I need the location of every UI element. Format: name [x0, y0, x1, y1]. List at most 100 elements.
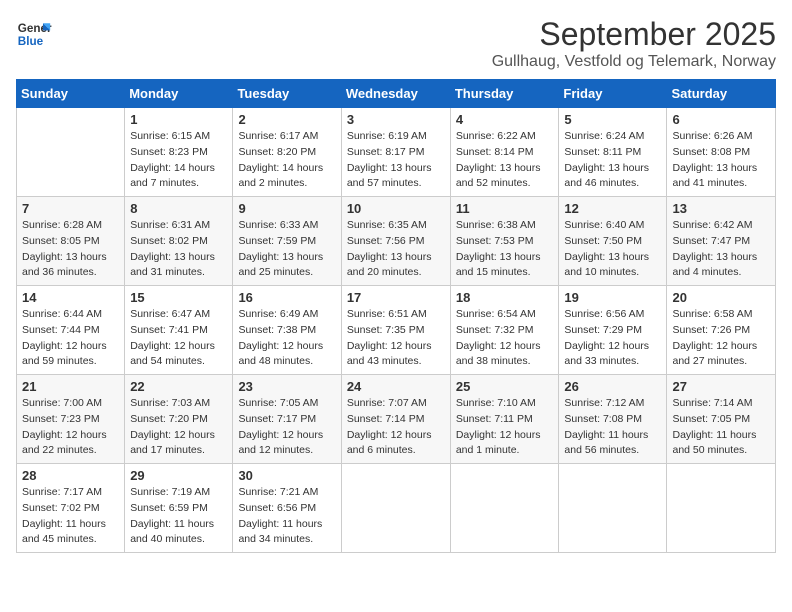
calendar-cell — [559, 464, 667, 553]
sunrise-text: Sunrise: 6:26 AM — [672, 130, 752, 142]
calendar-table: SundayMondayTuesdayWednesdayThursdayFrid… — [16, 79, 776, 553]
day-info: Sunrise: 6:35 AM Sunset: 7:56 PM Dayligh… — [347, 218, 445, 281]
daylight-text: Daylight: 12 hours and 1 minute. — [456, 429, 541, 457]
day-info: Sunrise: 6:42 AM Sunset: 7:47 PM Dayligh… — [672, 218, 770, 281]
sunset-text: Sunset: 7:02 PM — [22, 502, 100, 514]
day-number: 25 — [456, 379, 554, 394]
sunrise-text: Sunrise: 6:58 AM — [672, 308, 752, 320]
day-info: Sunrise: 7:07 AM Sunset: 7:14 PM Dayligh… — [347, 396, 445, 459]
day-number: 22 — [130, 379, 227, 394]
calendar-cell: 1 Sunrise: 6:15 AM Sunset: 8:23 PM Dayli… — [125, 108, 233, 197]
day-info: Sunrise: 7:10 AM Sunset: 7:11 PM Dayligh… — [456, 396, 554, 459]
sunrise-text: Sunrise: 7:12 AM — [564, 397, 644, 409]
calendar-cell: 19 Sunrise: 6:56 AM Sunset: 7:29 PM Dayl… — [559, 286, 667, 375]
sunset-text: Sunset: 8:23 PM — [130, 146, 208, 158]
sunset-text: Sunset: 7:29 PM — [564, 324, 642, 336]
sunset-text: Sunset: 8:17 PM — [347, 146, 425, 158]
sunset-text: Sunset: 7:23 PM — [22, 413, 100, 425]
daylight-text: Daylight: 11 hours and 45 minutes. — [22, 518, 106, 546]
sunrise-text: Sunrise: 7:10 AM — [456, 397, 536, 409]
sunset-text: Sunset: 7:50 PM — [564, 235, 642, 247]
sunset-text: Sunset: 7:35 PM — [347, 324, 425, 336]
daylight-text: Daylight: 12 hours and 27 minutes. — [672, 340, 757, 368]
calendar-cell: 22 Sunrise: 7:03 AM Sunset: 7:20 PM Dayl… — [125, 375, 233, 464]
sunset-text: Sunset: 7:11 PM — [456, 413, 533, 425]
day-info: Sunrise: 7:19 AM Sunset: 6:59 PM Dayligh… — [130, 485, 227, 548]
calendar-cell: 3 Sunrise: 6:19 AM Sunset: 8:17 PM Dayli… — [341, 108, 450, 197]
calendar-cell: 10 Sunrise: 6:35 AM Sunset: 7:56 PM Dayl… — [341, 197, 450, 286]
day-info: Sunrise: 6:31 AM Sunset: 8:02 PM Dayligh… — [130, 218, 227, 281]
day-info: Sunrise: 7:05 AM Sunset: 7:17 PM Dayligh… — [238, 396, 335, 459]
daylight-text: Daylight: 12 hours and 17 minutes. — [130, 429, 215, 457]
calendar-cell — [450, 464, 559, 553]
day-info: Sunrise: 7:21 AM Sunset: 6:56 PM Dayligh… — [238, 485, 335, 548]
daylight-text: Daylight: 13 hours and 25 minutes. — [238, 251, 323, 279]
day-number: 3 — [347, 112, 445, 127]
calendar-cell: 7 Sunrise: 6:28 AM Sunset: 8:05 PM Dayli… — [17, 197, 125, 286]
calendar-cell: 12 Sunrise: 6:40 AM Sunset: 7:50 PM Dayl… — [559, 197, 667, 286]
sunset-text: Sunset: 8:08 PM — [672, 146, 750, 158]
calendar-cell — [341, 464, 450, 553]
day-info: Sunrise: 7:00 AM Sunset: 7:23 PM Dayligh… — [22, 396, 119, 459]
calendar-cell: 11 Sunrise: 6:38 AM Sunset: 7:53 PM Dayl… — [450, 197, 559, 286]
sunrise-text: Sunrise: 7:19 AM — [130, 486, 210, 498]
calendar-header-thursday: Thursday — [450, 80, 559, 108]
page-title: September 2025 — [492, 16, 776, 53]
sunset-text: Sunset: 8:14 PM — [456, 146, 534, 158]
day-info: Sunrise: 7:12 AM Sunset: 7:08 PM Dayligh… — [564, 396, 661, 459]
calendar-cell: 18 Sunrise: 6:54 AM Sunset: 7:32 PM Dayl… — [450, 286, 559, 375]
day-info: Sunrise: 6:44 AM Sunset: 7:44 PM Dayligh… — [22, 307, 119, 370]
day-info: Sunrise: 6:24 AM Sunset: 8:11 PM Dayligh… — [564, 129, 661, 192]
sunset-text: Sunset: 7:17 PM — [238, 413, 316, 425]
day-number: 8 — [130, 201, 227, 216]
calendar-header-sunday: Sunday — [17, 80, 125, 108]
day-number: 18 — [456, 290, 554, 305]
title-block: September 2025 Gullhaug, Vestfold og Tel… — [492, 16, 776, 71]
calendar-cell: 4 Sunrise: 6:22 AM Sunset: 8:14 PM Dayli… — [450, 108, 559, 197]
svg-text:Blue: Blue — [18, 35, 44, 48]
calendar-cell: 17 Sunrise: 6:51 AM Sunset: 7:35 PM Dayl… — [341, 286, 450, 375]
calendar-cell: 16 Sunrise: 6:49 AM Sunset: 7:38 PM Dayl… — [233, 286, 341, 375]
day-number: 13 — [672, 201, 770, 216]
sunset-text: Sunset: 7:20 PM — [130, 413, 208, 425]
logo: General Blue — [16, 16, 52, 52]
sunrise-text: Sunrise: 6:35 AM — [347, 219, 427, 231]
daylight-text: Daylight: 14 hours and 7 minutes. — [130, 162, 215, 190]
day-number: 24 — [347, 379, 445, 394]
day-number: 26 — [564, 379, 661, 394]
daylight-text: Daylight: 13 hours and 41 minutes. — [672, 162, 757, 190]
daylight-text: Daylight: 12 hours and 59 minutes. — [22, 340, 107, 368]
day-number: 1 — [130, 112, 227, 127]
day-number: 23 — [238, 379, 335, 394]
daylight-text: Daylight: 11 hours and 40 minutes. — [130, 518, 214, 546]
calendar-cell: 20 Sunrise: 6:58 AM Sunset: 7:26 PM Dayl… — [667, 286, 776, 375]
day-info: Sunrise: 6:28 AM Sunset: 8:05 PM Dayligh… — [22, 218, 119, 281]
sunrise-text: Sunrise: 6:22 AM — [456, 130, 536, 142]
day-number: 16 — [238, 290, 335, 305]
day-number: 17 — [347, 290, 445, 305]
calendar-header-saturday: Saturday — [667, 80, 776, 108]
sunset-text: Sunset: 7:53 PM — [456, 235, 534, 247]
sunrise-text: Sunrise: 6:49 AM — [238, 308, 318, 320]
sunrise-text: Sunrise: 7:00 AM — [22, 397, 102, 409]
day-number: 14 — [22, 290, 119, 305]
sunrise-text: Sunrise: 6:40 AM — [564, 219, 644, 231]
daylight-text: Daylight: 13 hours and 15 minutes. — [456, 251, 541, 279]
calendar-cell: 25 Sunrise: 7:10 AM Sunset: 7:11 PM Dayl… — [450, 375, 559, 464]
daylight-text: Daylight: 14 hours and 2 minutes. — [238, 162, 323, 190]
sunrise-text: Sunrise: 7:03 AM — [130, 397, 210, 409]
sunset-text: Sunset: 7:08 PM — [564, 413, 642, 425]
day-info: Sunrise: 6:56 AM Sunset: 7:29 PM Dayligh… — [564, 307, 661, 370]
sunrise-text: Sunrise: 6:42 AM — [672, 219, 752, 231]
calendar-header-tuesday: Tuesday — [233, 80, 341, 108]
day-number: 9 — [238, 201, 335, 216]
sunrise-text: Sunrise: 6:44 AM — [22, 308, 102, 320]
sunrise-text: Sunrise: 7:17 AM — [22, 486, 102, 498]
calendar-cell: 5 Sunrise: 6:24 AM Sunset: 8:11 PM Dayli… — [559, 108, 667, 197]
sunrise-text: Sunrise: 7:05 AM — [238, 397, 318, 409]
calendar-header-monday: Monday — [125, 80, 233, 108]
day-info: Sunrise: 6:40 AM Sunset: 7:50 PM Dayligh… — [564, 218, 661, 281]
day-info: Sunrise: 7:14 AM Sunset: 7:05 PM Dayligh… — [672, 396, 770, 459]
calendar-cell: 14 Sunrise: 6:44 AM Sunset: 7:44 PM Dayl… — [17, 286, 125, 375]
day-number: 10 — [347, 201, 445, 216]
